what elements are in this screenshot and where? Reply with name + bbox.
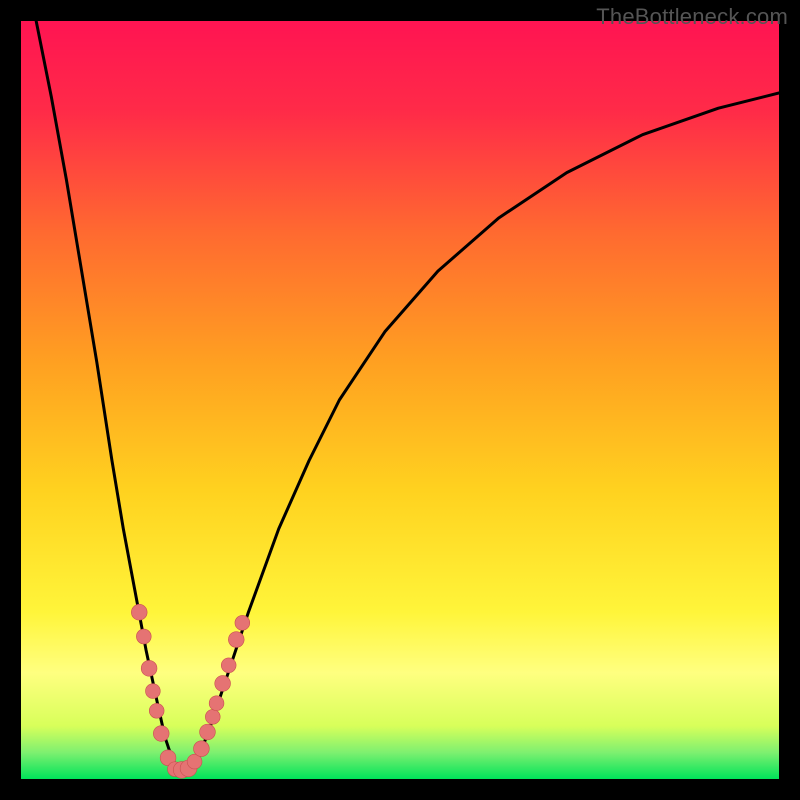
data-marker <box>215 676 231 692</box>
data-marker <box>149 703 164 718</box>
data-marker <box>209 696 224 711</box>
data-marker <box>153 726 169 742</box>
data-marker <box>228 632 244 648</box>
data-marker <box>205 709 220 724</box>
watermark-text: TheBottleneck.com <box>596 4 788 30</box>
data-marker <box>194 741 210 757</box>
data-marker <box>235 615 250 630</box>
data-marker <box>200 724 216 740</box>
data-marker <box>136 629 151 644</box>
data-marker <box>221 658 236 673</box>
bottleneck-chart <box>21 21 779 779</box>
chart-background <box>21 21 779 779</box>
data-marker <box>146 684 161 699</box>
data-marker <box>141 660 157 676</box>
data-marker <box>131 604 147 620</box>
